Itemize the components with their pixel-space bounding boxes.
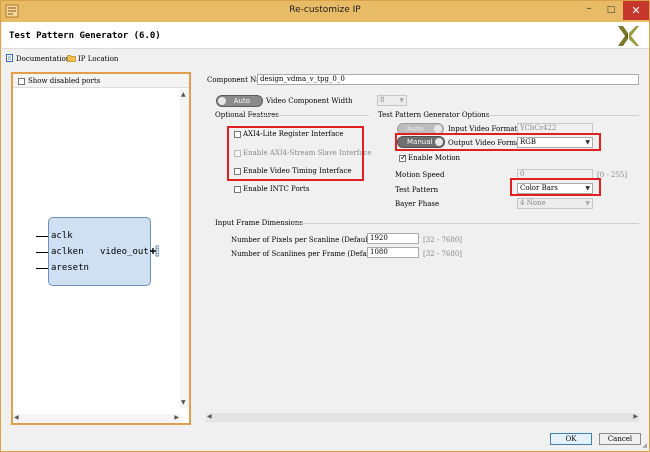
symbol-panel: Show disabled ports aclk aclken aresetn …: [11, 72, 191, 425]
form-horizontal-scrollbar[interactable]: ◀ ▶: [206, 413, 639, 422]
ip-location-button[interactable]: IP Location: [67, 54, 118, 63]
bayer-phase-dropdown[interactable]: 4 None ▼: [517, 198, 593, 209]
intc-ports-label: Enable INTC Ports: [243, 185, 310, 193]
bayer-phase-value: 4 None: [520, 199, 546, 207]
pixels-per-scanline-field[interactable]: 1920: [367, 233, 419, 244]
show-disabled-ports-checkbox[interactable]: [18, 78, 25, 85]
folder-icon: [67, 55, 76, 62]
ip-location-label: IP Location: [78, 55, 119, 63]
enable-motion-label: Enable Motion: [408, 154, 461, 162]
minimize-button[interactable]: –: [578, 1, 600, 21]
chevron-down-icon: ▼: [399, 97, 404, 104]
port-aresetn: aresetn: [51, 263, 89, 273]
scanlines-per-frame-field[interactable]: 1080: [367, 247, 419, 258]
aclk-port-line: [36, 236, 48, 237]
show-disabled-ports-label: Show disabled ports: [28, 77, 101, 85]
motion-speed-range: [0 - 255]: [597, 171, 628, 179]
highlight-box-test-pattern: [510, 178, 601, 196]
scroll-left-icon[interactable]: ◀: [14, 414, 19, 422]
documentation-icon: [6, 54, 13, 62]
input-format-label: Input Video Format: [448, 125, 518, 133]
tpg-options-title: Test Pattern Generator Options: [378, 111, 490, 119]
toolbar: Documentation IP Location: [2, 50, 649, 67]
toggle-knob: [434, 125, 442, 133]
cancel-button[interactable]: Cancel: [599, 433, 641, 445]
optional-features-divider: [249, 115, 369, 116]
bus-interface-plus-icon[interactable]: [149, 244, 159, 258]
xilinx-logo: [618, 26, 639, 46]
component-name-field[interactable]: design_vdma_v_tpg_0_0: [257, 74, 639, 85]
documentation-label: Documentation: [16, 55, 71, 63]
enable-motion-checkbox[interactable]: [399, 153, 407, 162]
highlight-box-output-format: [395, 133, 601, 151]
intc-ports-checkbox[interactable]: [234, 186, 241, 193]
scroll-left-icon[interactable]: ◀: [207, 413, 212, 421]
video-width-auto-toggle[interactable]: Auto: [216, 95, 263, 107]
port-aclk: aclk: [51, 231, 73, 241]
ok-button[interactable]: OK: [550, 433, 592, 445]
chevron-down-icon: ▼: [585, 200, 590, 207]
motion-speed-label: Motion Speed: [395, 171, 445, 179]
aclken-port-line: [36, 252, 48, 253]
test-pattern-label: Test Pattern: [395, 186, 439, 194]
input-frame-divider: [294, 223, 639, 224]
port-video-out: video_out: [100, 247, 149, 257]
documentation-menu[interactable]: Documentation: [6, 54, 70, 63]
dialog-header: Test Pattern Generator (6.0): [2, 22, 649, 49]
tpg-options-divider: [485, 115, 639, 116]
maximize-button[interactable]: □: [600, 1, 622, 21]
window-title: Re-customize IP: [289, 5, 361, 15]
recustomize-ip-window: Re-customize IP – □ ✕ Test Pattern Gener…: [0, 0, 650, 452]
input-format-toggle-label: Auto: [407, 125, 424, 133]
video-width-toggle-label: Auto: [233, 97, 250, 105]
symbol-horizontal-scrollbar[interactable]: ◀ ▶: [13, 414, 180, 423]
scroll-right-icon[interactable]: ▶: [633, 413, 638, 421]
highlight-box-optional-features: [227, 126, 364, 181]
scroll-right-icon[interactable]: ▶: [174, 414, 179, 422]
scanlines-per-frame-range: [32 - 7680]: [423, 250, 462, 258]
port-aclken: aclken: [51, 247, 84, 257]
input-frame-title: Input Frame Dimensions: [215, 219, 303, 227]
pixels-per-scanline-range: [32 - 7680]: [423, 236, 462, 244]
ip-title: Test Pattern Generator (6.0): [9, 31, 161, 41]
resize-grip-icon[interactable]: ◢: [642, 442, 647, 449]
pixels-per-scanline-label: Number of Pixels per Scanline (Default): [231, 236, 374, 244]
tpg-ip-block[interactable]: aclk aclken aresetn video_out: [48, 217, 151, 286]
bayer-phase-label: Bayer Phase: [395, 200, 440, 208]
symbol-panel-toolbar: Show disabled ports: [13, 74, 189, 88]
video-width-value: 8: [380, 96, 385, 104]
symbol-vertical-scrollbar[interactable]: ▲ ▼: [180, 89, 189, 408]
toggle-knob: [218, 97, 226, 105]
video-width-label: Video Component Width: [266, 97, 353, 105]
close-button[interactable]: ✕: [623, 1, 649, 20]
title-bar[interactable]: Re-customize IP – □ ✕: [1, 1, 649, 22]
video-width-dropdown[interactable]: 8 ▼: [377, 95, 407, 106]
scroll-up-icon[interactable]: ▲: [181, 91, 186, 99]
scanlines-per-frame-label: Number of Scanlines per Frame (Default): [231, 250, 379, 258]
aresetn-port-line: [36, 268, 48, 269]
scroll-down-icon[interactable]: ▼: [181, 399, 186, 407]
